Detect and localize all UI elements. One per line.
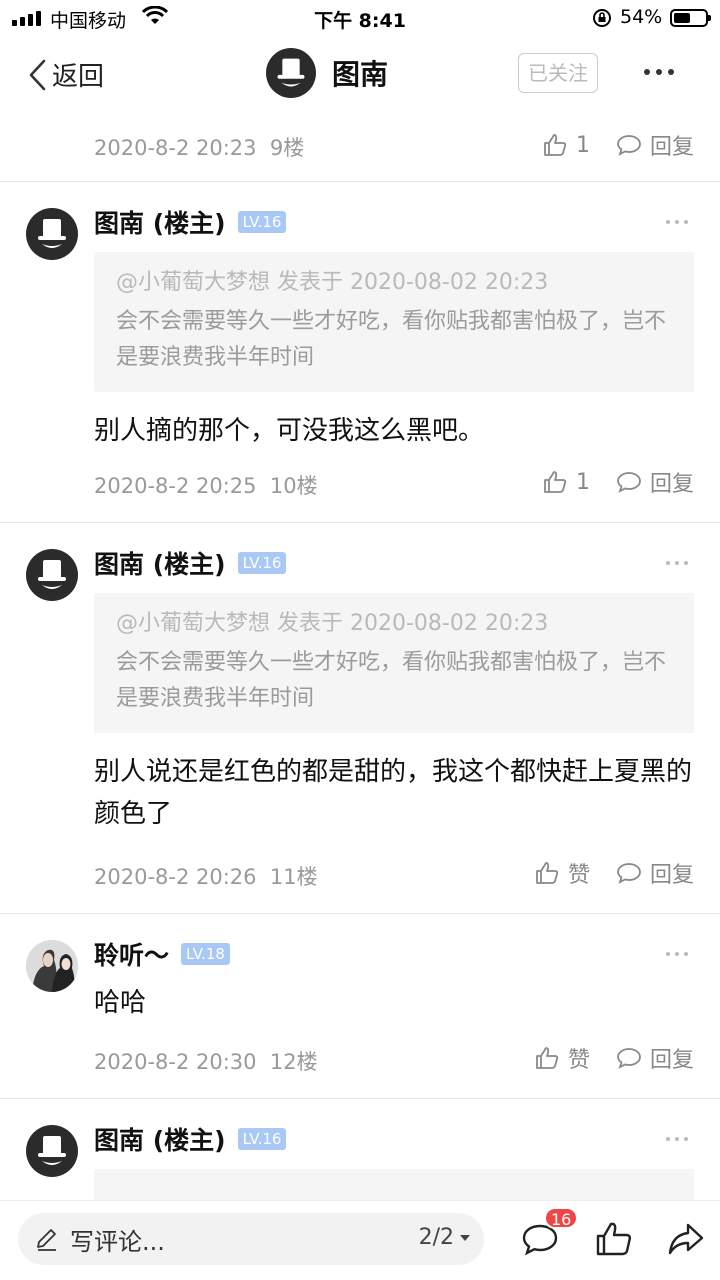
back-label: 返回: [52, 62, 105, 92]
post-more-button[interactable]: [666, 220, 688, 224]
level-badge: LV.18: [181, 943, 230, 965]
comment-icon: [617, 472, 641, 493]
post-actions: 1 回复: [542, 466, 694, 498]
nav-bar: 返回 图南 已关注: [0, 36, 720, 112]
like-button[interactable]: 赞: [534, 1042, 590, 1074]
list-item: 图南 (楼主) LV.16: [0, 1099, 720, 1200]
list-item: 2020-8-2 20:23 9楼 1 回复: [0, 112, 720, 182]
more-options-button[interactable]: [644, 62, 676, 82]
post-meta: 2020-8-2 20:30 12楼: [94, 1050, 318, 1074]
avatar[interactable]: [26, 1125, 78, 1177]
level-badge: LV.16: [237, 1128, 287, 1150]
post-content: 别人说还是红色的都是甜的，我这个都快赶上夏黑的颜色了: [94, 757, 693, 829]
profile-photo: [26, 940, 78, 992]
back-button[interactable]: 返回: [26, 56, 104, 93]
post-meta: 2020-8-2 20:23 9楼: [94, 136, 305, 160]
page-title: 图南: [332, 58, 389, 91]
thumbs-up-icon: [544, 134, 567, 156]
post-actions: 赞 回复: [534, 1042, 694, 1074]
thumbs-up-icon: [536, 1047, 559, 1069]
page-selector[interactable]: 2/2: [419, 1225, 470, 1250]
author-name[interactable]: 图南 (楼主): [94, 1121, 226, 1157]
author-name[interactable]: 图南 (楼主): [94, 545, 226, 581]
rotation-lock-icon: [592, 8, 612, 33]
post-content: 别人摘的那个，可没我这么黑吧。: [94, 416, 485, 446]
post-actions: 1 回复: [542, 129, 694, 161]
share-icon: [668, 1223, 704, 1255]
author-name[interactable]: 图南 (楼主): [94, 204, 226, 240]
author-name[interactable]: 聆听～: [94, 936, 169, 972]
like-button[interactable]: 1: [542, 132, 590, 158]
thumbs-up-icon: [596, 1222, 632, 1256]
comment-placeholder: 写评论...: [70, 1227, 165, 1256]
post-more-button[interactable]: [666, 952, 688, 956]
reply-button[interactable]: 回复: [616, 857, 694, 889]
quote-head: @小葡萄大梦想 发表于 2020-08-02 20:23: [116, 611, 549, 636]
quote-text: 会不会需要等久一些才好吃，看你贴我都害怕极了，岂不是要浪费我半年时间: [116, 650, 667, 711]
comment-icon: [617, 1048, 641, 1069]
battery-percent: 54%: [620, 6, 663, 28]
nav-author[interactable]: 图南: [266, 48, 388, 98]
post-more-button[interactable]: [666, 1137, 688, 1141]
avatar[interactable]: [26, 549, 78, 601]
level-badge: LV.16: [237, 211, 287, 233]
level-badge: LV.16: [237, 552, 287, 574]
avatar[interactable]: [26, 208, 78, 260]
comment-icon: [617, 135, 641, 156]
caret-down-icon: [460, 1234, 470, 1241]
list-item: 图南 (楼主) LV.16 @小葡萄大梦想 发表于 2020-08-02 20:…: [0, 182, 720, 523]
reply-list: 2020-8-2 20:23 9楼 1 回复 图南 (楼主) LV.16 @小葡…: [0, 112, 720, 1200]
thumbs-up-icon: [544, 471, 567, 493]
chevron-left-icon: [29, 59, 46, 90]
like-post-button[interactable]: [594, 1219, 634, 1259]
post-meta: 2020-8-2 20:26 11楼: [94, 865, 318, 889]
post-meta: 2020-8-2 20:25 10楼: [94, 474, 318, 498]
quote-box[interactable]: [94, 1169, 694, 1200]
list-item: 聆听～ LV.18 哈哈 2020-8-2 20:30 12楼 赞 回复: [0, 914, 720, 1099]
avatar: [266, 48, 316, 98]
quote-box[interactable]: @小葡萄大梦想 发表于 2020-08-02 20:23 会不会需要等久一些才好…: [94, 593, 694, 733]
like-button[interactable]: 1: [542, 469, 590, 495]
reply-button[interactable]: 回复: [616, 466, 694, 498]
list-item: 图南 (楼主) LV.16 @小葡萄大梦想 发表于 2020-08-02 20:…: [0, 523, 720, 914]
quote-text: 会不会需要等久一些才好吃，看你贴我都害怕极了，岂不是要浪费我半年时间: [116, 309, 667, 370]
quote-head: @小葡萄大梦想 发表于 2020-08-02 20:23: [116, 270, 549, 295]
reply-button[interactable]: 回复: [616, 129, 694, 161]
avatar[interactable]: [26, 940, 78, 992]
quote-box[interactable]: @小葡萄大梦想 发表于 2020-08-02 20:23 会不会需要等久一些才好…: [94, 252, 694, 392]
post-content: 哈哈: [94, 988, 147, 1018]
reply-button[interactable]: 回复: [616, 1042, 694, 1074]
battery-icon: [670, 9, 711, 27]
bottom-bar: 写评论... 2/2 16: [0, 1200, 720, 1280]
thumbs-up-icon: [536, 862, 559, 884]
clock: 下午 8:41: [314, 10, 406, 32]
follow-button[interactable]: 已关注: [518, 53, 598, 93]
pencil-icon: [37, 1229, 56, 1251]
comment-icon: [617, 863, 641, 884]
post-actions: 赞 回复: [534, 857, 694, 889]
comment-input[interactable]: 写评论... 2/2: [18, 1213, 484, 1265]
post-more-button[interactable]: [666, 561, 688, 565]
like-button[interactable]: 赞: [534, 857, 590, 889]
comment-count-badge: 16: [544, 1207, 579, 1229]
share-button[interactable]: [666, 1219, 706, 1259]
status-bar: 中国移动 下午 8:41 54%: [0, 0, 720, 36]
